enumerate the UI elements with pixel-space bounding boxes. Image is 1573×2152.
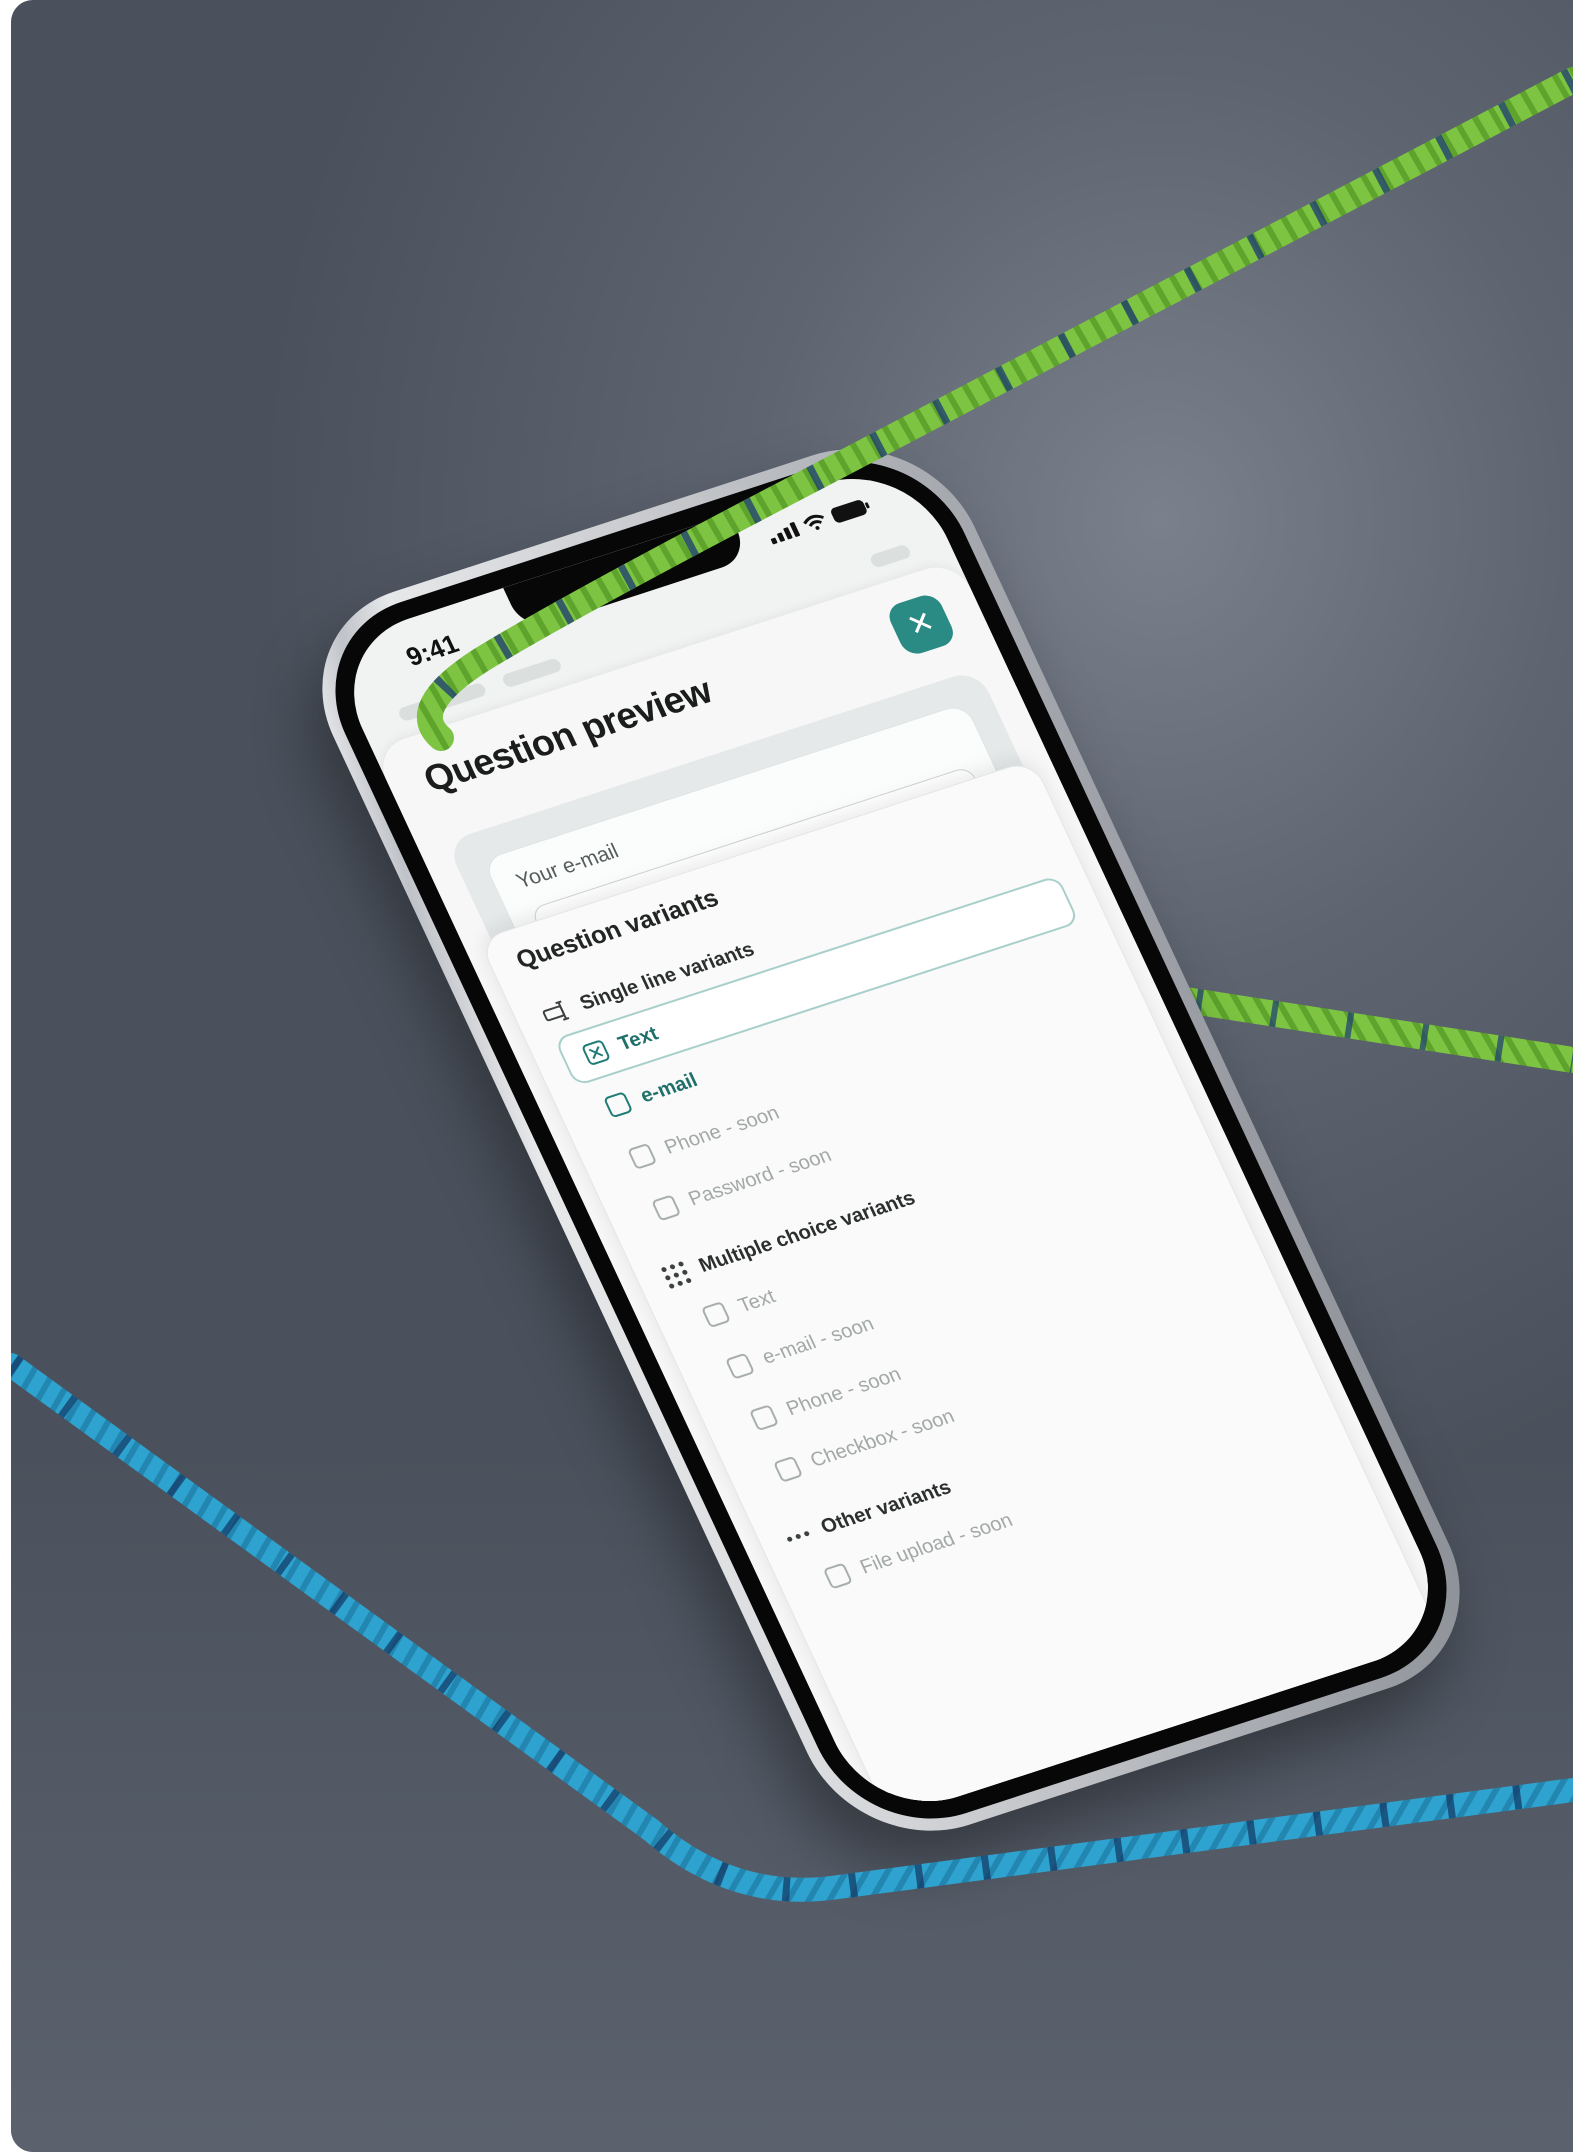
checkbox[interactable] [822,1562,853,1590]
text-cursor-icon [542,1000,570,1022]
wifi-icon [803,514,824,530]
dots-grid-icon [660,1260,692,1289]
option-label: e-mail [636,1068,701,1107]
checkbox[interactable] [700,1301,732,1329]
checkbox[interactable] [580,1039,612,1067]
option-label: Text [614,1022,662,1055]
close-button[interactable]: ✕ [884,591,959,658]
checkbox[interactable] [724,1352,756,1380]
checkbox[interactable] [651,1194,682,1222]
background-scene: 9:41 Question preview ✕ Your e-mail Ques… [11,0,1573,2152]
phone-screen: 9:41 Question preview ✕ Your e-mail Ques… [323,455,1459,1825]
question-preview-sheet: Question preview ✕ Your e-mail Question … [371,558,1459,1825]
signal-icon [767,521,801,545]
close-icon: ✕ [901,604,941,645]
option-label: Text [734,1285,779,1317]
status-icons [766,498,869,545]
phone-mockup: 9:41 Question preview ✕ Your e-mail Ques… [282,419,1500,1861]
checkbox[interactable] [627,1142,658,1170]
checkbox[interactable] [603,1091,634,1119]
checkbox[interactable] [748,1404,780,1432]
battery-icon [829,498,869,524]
checkbox[interactable] [772,1455,804,1483]
status-time: 9:41 [401,628,464,672]
more-horizontal-icon [786,1530,810,1542]
